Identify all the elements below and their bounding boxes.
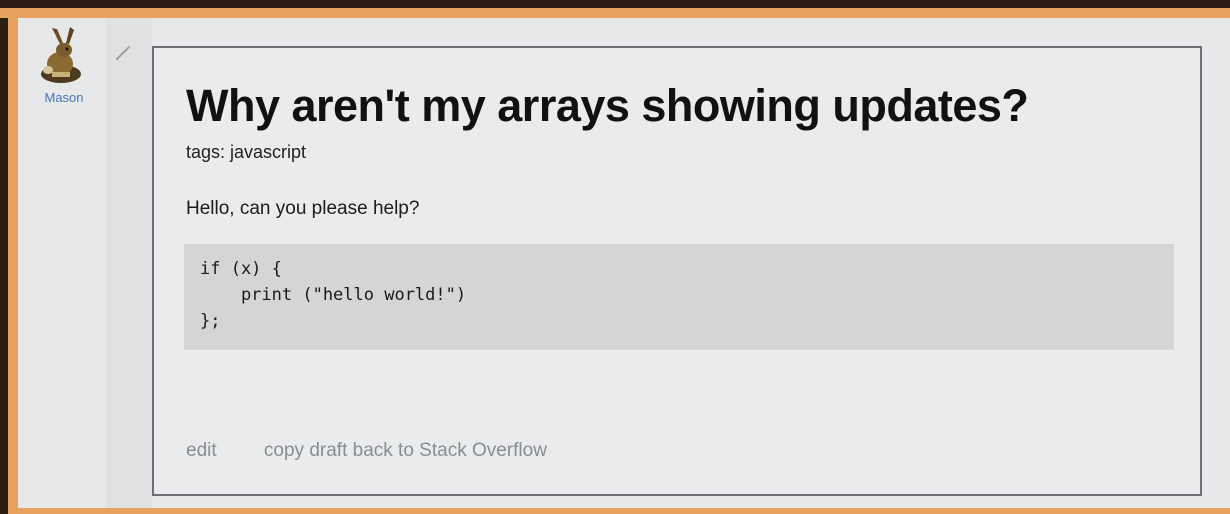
- pencil-icon[interactable]: [114, 44, 132, 62]
- edit-link[interactable]: edit: [186, 440, 217, 461]
- edit-column: [106, 18, 152, 508]
- copy-draft-link[interactable]: copy draft back to Stack Overflow: [264, 440, 547, 461]
- code-block: if (x) { print ("hello world!") };: [184, 244, 1174, 350]
- frame-bottom-border: [8, 508, 1230, 514]
- username-link[interactable]: Mason: [22, 90, 106, 105]
- post-area: Mason Why aren't my arrays showing updat…: [18, 18, 1230, 508]
- frame-top-border: [0, 8, 1230, 18]
- post-body: Hello, can you please help?: [186, 198, 420, 219]
- post-title: Why aren't my arrays showing updates?: [186, 80, 1029, 131]
- rabbit-avatar-icon[interactable]: [30, 26, 92, 88]
- frame-left-border: [8, 8, 18, 514]
- post-actions: edit copy draft back to Stack Overflow: [186, 440, 547, 462]
- post-tags: tags: javascript: [186, 142, 307, 162]
- draft-card: Why aren't my arrays showing updates? ta…: [152, 46, 1202, 496]
- user-column: Mason: [18, 18, 106, 508]
- window-frame: Mason Why aren't my arrays showing updat…: [0, 0, 1230, 514]
